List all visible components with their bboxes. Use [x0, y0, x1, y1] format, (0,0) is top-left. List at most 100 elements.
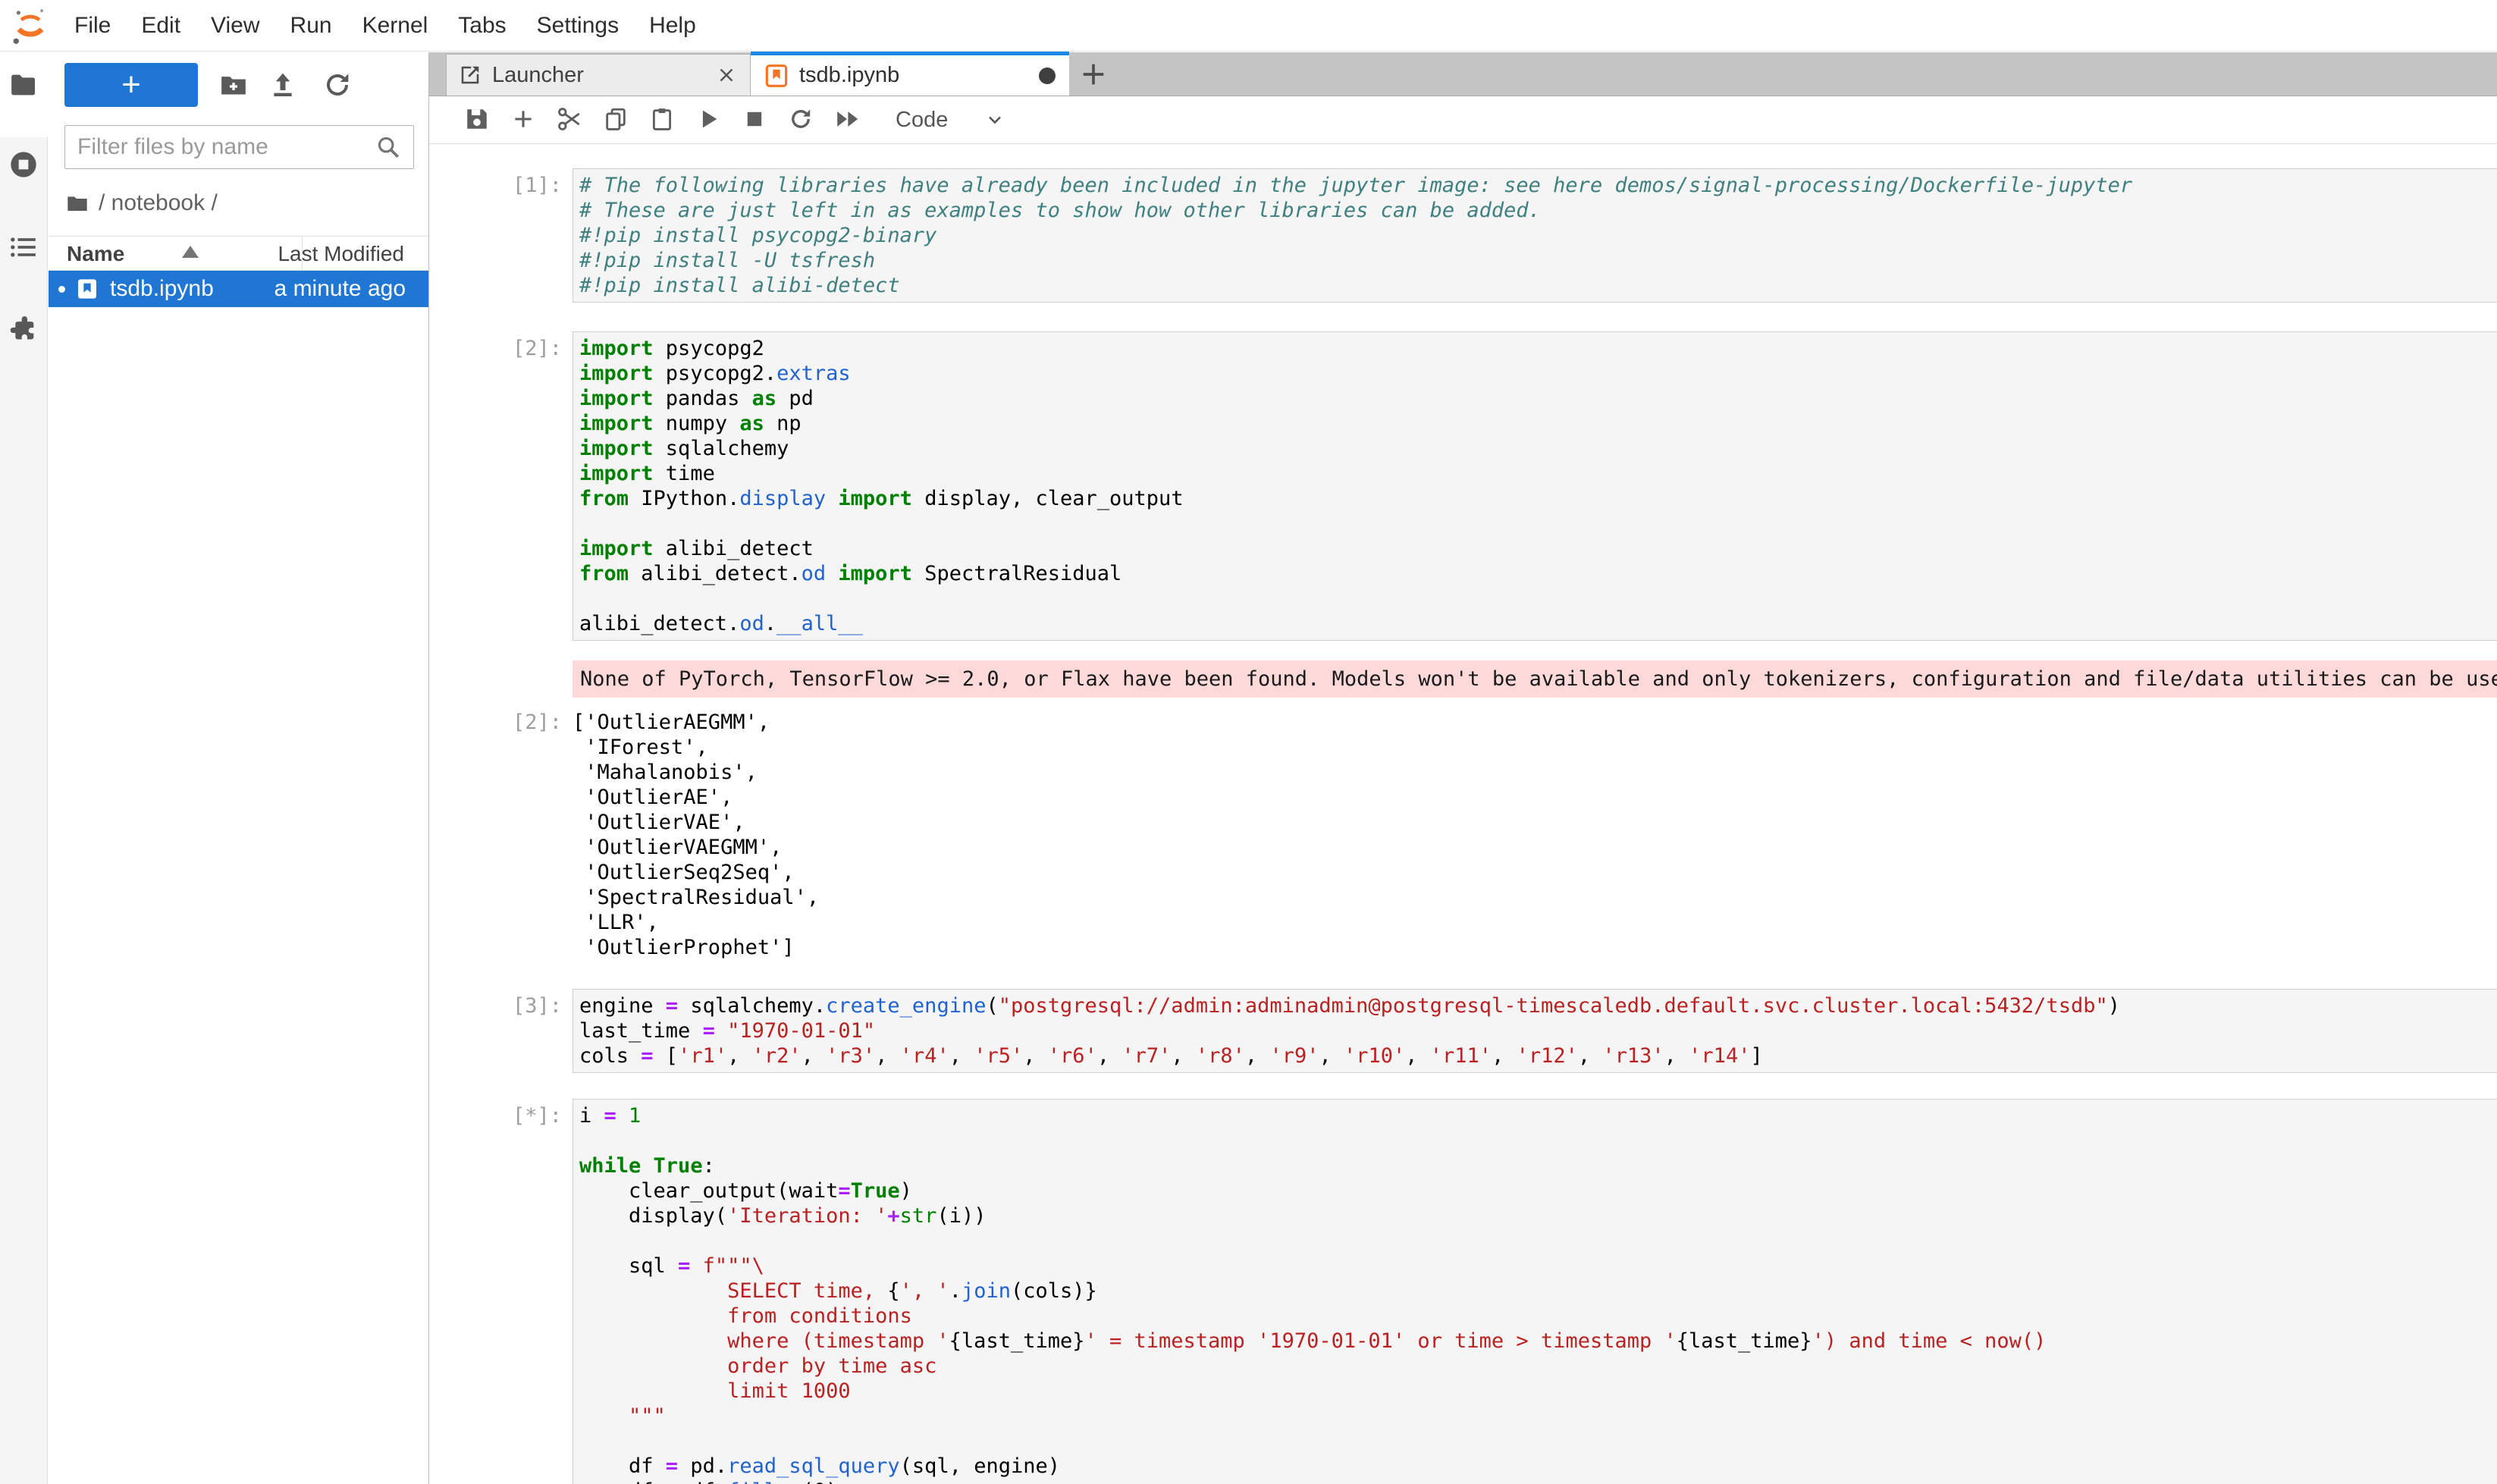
code-line: limit 1000: [579, 1379, 2497, 1404]
code-line: cols = ['r1', 'r2', 'r3', 'r4', 'r5', 'r…: [579, 1043, 2497, 1068]
cell-type-dropdown[interactable]: Code: [896, 108, 1005, 133]
cell-editor[interactable]: i = 1 while True: clear_output(wait=True…: [572, 1099, 2497, 1484]
execute-result-output: [2]:['OutlierAEGMM', 'IForest', 'Mahalan…: [429, 705, 2497, 960]
upload-button[interactable]: [268, 70, 298, 100]
notebook-content: [1]: # The following libraries have alrea…: [429, 144, 2497, 1484]
code-line: df = pd.read_sql_query(sql, engine): [579, 1454, 2497, 1479]
code-cell-1[interactable]: [2]:import psycopg2import psycopg2.extra…: [429, 331, 2497, 641]
menu-edit[interactable]: Edit: [126, 13, 196, 39]
column-header-name[interactable]: Name: [67, 242, 124, 266]
tab-launcher-label: Launcher: [492, 63, 584, 88]
cut-cells-button[interactable]: [554, 104, 585, 136]
menu-bar: File Edit View Run Kernel Tabs Settings …: [0, 0, 2497, 52]
code-line: """: [579, 1404, 2497, 1429]
code-line: from alibi_detect.od import SpectralResi…: [579, 561, 2497, 586]
unsaved-changes-dot[interactable]: [1039, 67, 1056, 84]
notebook-file-icon: [75, 277, 99, 301]
running-indicator-dot: [58, 286, 65, 293]
code-line: where (timestamp '{last_time}' = timesta…: [579, 1329, 2497, 1354]
menu-tabs[interactable]: Tabs: [443, 13, 521, 39]
running-kernels-icon[interactable]: [8, 149, 39, 180]
code-line: df = df.fillna(0): [579, 1479, 2497, 1484]
filter-files-input[interactable]: [64, 125, 414, 169]
code-line: [579, 1128, 2497, 1153]
code-line: [579, 586, 2497, 611]
code-line: import numpy as np: [579, 411, 2497, 436]
sort-ascending-icon[interactable]: [182, 246, 199, 258]
home-folder-icon[interactable]: [65, 191, 89, 215]
notebook-icon: [764, 64, 789, 88]
code-line: last_time = "1970-01-01": [579, 1018, 2497, 1043]
menu-run[interactable]: Run: [275, 13, 347, 39]
cell-input-prompt: [1]:: [429, 168, 572, 303]
main-area: Launcher tsdb.ipynb: [429, 52, 2497, 1484]
tab-tsdb-ipynb[interactable]: tsdb.ipynb: [751, 52, 1069, 96]
code-line: from IPython.display import display, cle…: [579, 486, 2497, 511]
run-cell-button[interactable]: [692, 104, 724, 136]
refresh-button[interactable]: [322, 70, 353, 100]
code-line: import psycopg2: [579, 336, 2497, 361]
breadcrumb[interactable]: / notebook /: [49, 190, 428, 216]
save-button[interactable]: [461, 104, 493, 136]
code-line: [579, 1429, 2497, 1454]
restart-kernel-button[interactable]: [785, 104, 817, 136]
close-tab-icon[interactable]: [715, 64, 738, 86]
code-line: while True:: [579, 1153, 2497, 1178]
jupyterlab-window: File Edit View Run Kernel Tabs Settings …: [0, 0, 2497, 1484]
cell-editor[interactable]: # The following libraries have already b…: [572, 168, 2497, 303]
search-icon: [375, 134, 401, 160]
new-tab-button[interactable]: [1078, 59, 1109, 89]
code-line: sql = f"""\: [579, 1253, 2497, 1278]
stderr-output: None of PyTorch, TensorFlow >= 2.0, or F…: [572, 660, 2497, 698]
file-browser-toolbar: +: [49, 52, 428, 107]
table-of-contents-icon[interactable]: [8, 232, 39, 262]
cell-input-prompt: [3]:: [429, 989, 572, 1073]
new-launcher-button[interactable]: +: [64, 63, 198, 107]
menu-settings[interactable]: Settings: [522, 13, 634, 39]
copy-cells-button[interactable]: [600, 104, 632, 136]
code-cell-0[interactable]: [1]: # The following libraries have alrea…: [429, 168, 2497, 303]
file-browser-panel: + / notebook / Name L: [49, 52, 429, 1484]
paste-cells-button[interactable]: [646, 104, 678, 136]
tab-launcher[interactable]: Launcher: [446, 54, 751, 96]
launcher-icon: [459, 64, 482, 86]
menu-kernel[interactable]: Kernel: [347, 13, 444, 39]
output-text: ['OutlierAEGMM', 'IForest', 'Mahalanobis…: [572, 705, 819, 960]
code-line: #!pip install alibi-detect: [579, 273, 2497, 298]
cell-editor[interactable]: engine = sqlalchemy.create_engine("postg…: [572, 989, 2497, 1073]
code-cell-3[interactable]: [*]:i = 1 while True: clear_output(wait=…: [429, 1099, 2497, 1484]
code-line: #!pip install -U tsfresh: [579, 248, 2497, 273]
restart-run-all-button[interactable]: [831, 104, 863, 136]
file-last-modified: a minute ago: [274, 276, 406, 302]
file-list-header: Name Last Modified: [49, 236, 428, 271]
menu-file[interactable]: File: [59, 13, 126, 39]
tab-tsdb-label: tsdb.ipynb: [799, 63, 899, 88]
code-line: order by time asc: [579, 1354, 2497, 1379]
code-line: clear_output(wait=True): [579, 1178, 2497, 1203]
file-browser-icon[interactable]: [8, 70, 39, 100]
menu-help[interactable]: Help: [634, 13, 711, 39]
code-line: import sqlalchemy: [579, 436, 2497, 461]
extensions-icon[interactable]: [8, 313, 39, 344]
code-cell-2[interactable]: [3]: engine = sqlalchemy.create_engine("p…: [429, 989, 2497, 1073]
interrupt-kernel-button[interactable]: [739, 104, 770, 136]
add-cell-button[interactable]: [507, 104, 539, 136]
code-line: import psycopg2.extras: [579, 361, 2497, 386]
cell-type-value: Code: [896, 108, 948, 133]
column-header-last-modified[interactable]: Last Modified: [278, 242, 404, 266]
file-name: tsdb.ipynb: [110, 276, 214, 302]
code-line: #!pip install psycopg2-binary: [579, 223, 2497, 248]
code-line: # The following libraries have already b…: [579, 173, 2497, 198]
code-line: import time: [579, 461, 2497, 486]
menu-view[interactable]: View: [196, 13, 274, 39]
left-activity-bar: [0, 52, 48, 1484]
new-folder-button[interactable]: [218, 70, 249, 100]
code-line: engine = sqlalchemy.create_engine("postg…: [579, 993, 2497, 1018]
dock-tab-bar: Launcher tsdb.ipynb: [429, 52, 2497, 96]
code-line: from conditions: [579, 1304, 2497, 1329]
code-line: display('Iteration: '+str(i)): [579, 1203, 2497, 1228]
cell-editor[interactable]: import psycopg2import psycopg2.extras imp…: [572, 331, 2497, 641]
breadcrumb-path: / notebook /: [99, 190, 218, 216]
file-row-tsdb-ipynb[interactable]: tsdb.ipynb a minute ago: [49, 271, 428, 307]
chevron-down-icon: [984, 109, 1005, 130]
